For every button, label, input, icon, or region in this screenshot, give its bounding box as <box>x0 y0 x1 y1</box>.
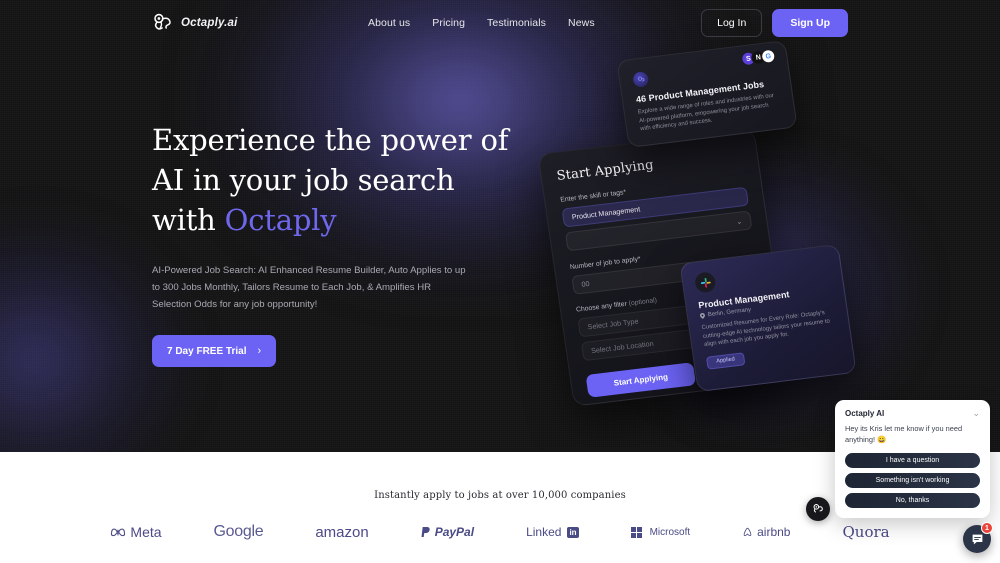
linkedin-label: Linked <box>526 525 562 539</box>
chat-launcher-button[interactable]: 1 <box>963 522 993 553</box>
chat-widget-message: Hey its Kris let me know if you need any… <box>845 424 963 444</box>
chevron-down-icon[interactable]: ⌄ <box>972 409 980 418</box>
google-label: Google <box>213 523 264 540</box>
company-logo-google: Google <box>214 523 264 541</box>
free-trial-button[interactable]: 7 Day FREE Trial › <box>152 335 277 367</box>
chat-widget-title: Octaply AI <box>845 409 885 418</box>
company-logo-amazon: amazon <box>315 524 368 541</box>
company-logo-linkedin: Linked in <box>526 525 579 539</box>
filter-optional-text: (optional) <box>628 297 658 308</box>
chat-option-question[interactable]: I have a question <box>845 453 980 468</box>
job-card-status-badge: Applied <box>705 352 746 370</box>
company-logo-group: S N G <box>740 48 777 67</box>
login-button[interactable]: Log In <box>701 9 763 37</box>
page-title: Experience the power of AI in your job s… <box>152 120 512 240</box>
nav-link-about-us[interactable]: About us <box>368 17 410 29</box>
floating-brand-button[interactable] <box>806 497 830 521</box>
octopus-logo-icon <box>813 504 823 513</box>
microsoft-grid-icon <box>630 526 642 538</box>
chat-widget-actions: I have a question Something isn't workin… <box>845 453 980 508</box>
company-logo-airbnb: airbnb <box>742 525 790 539</box>
hero-copy: Experience the power of AI in your job s… <box>152 120 512 367</box>
nav-link-pricing[interactable]: Pricing <box>432 17 465 29</box>
airbnb-mark-icon <box>743 527 752 536</box>
slack-avatar-icon <box>693 271 717 294</box>
octopus-logo-icon <box>637 76 644 82</box>
headline-line-3-prefix: with <box>152 203 225 237</box>
brand-name: Octaply.ai <box>181 17 238 29</box>
company-logos-row: Meta Google amazon PayPal Linked in Micr… <box>0 523 1000 541</box>
jobs-card-badge-icon <box>632 71 650 88</box>
slack-logo-icon <box>700 277 711 288</box>
headline-line-1: Experience the power of <box>152 123 509 157</box>
meta-infinity-icon <box>111 528 126 537</box>
amazon-label: amazon <box>315 523 369 541</box>
nav-link-news[interactable]: News <box>568 17 595 29</box>
free-trial-label: 7 Day FREE Trial <box>167 345 247 357</box>
hero-card-stack: Start Applying Enter the skill or tags* … <box>537 40 1000 452</box>
job-detail-card: Product Management Berlin, Germany Custo… <box>679 243 857 393</box>
nav-link-testimonials[interactable]: Testimonials <box>487 17 546 29</box>
chat-widget-header: Octaply AI ⌄ <box>845 409 980 419</box>
top-navigation-bar: Octaply.ai About us Pricing Testimonials… <box>0 0 1000 46</box>
headline-accent: Octaply <box>224 203 337 237</box>
start-applying-submit-button[interactable]: Start Applying <box>585 362 697 398</box>
chat-option-not-working[interactable]: Something isn't working <box>845 473 980 488</box>
headline-line-2: AI in your job search <box>152 163 455 197</box>
job-card-location-text: Berlin, Germany <box>707 307 752 319</box>
company-logo-meta: Meta <box>110 524 162 540</box>
hero-section: Octaply.ai About us Pricing Testimonials… <box>0 0 1000 452</box>
chat-option-no-thanks[interactable]: No, thanks <box>845 493 980 508</box>
chat-bubble-icon <box>972 534 982 544</box>
filter-label-text: Choose any filter <box>575 300 628 314</box>
jobs-count-card: S N G 46 Product Management Jobs Explore… <box>616 40 798 148</box>
meta-label: Meta <box>130 524 162 540</box>
octopus-logo-icon <box>154 13 171 30</box>
map-pin-icon <box>699 312 705 319</box>
microsoft-label: Microsoft <box>649 526 691 538</box>
chat-notification-badge: 1 <box>981 522 993 534</box>
chevron-down-icon: ⌄ <box>735 217 743 226</box>
nav-actions: Log In Sign Up <box>701 9 848 37</box>
hero-subcopy: AI-Powered Job Search: AI Enhanced Resum… <box>152 265 466 310</box>
signup-button[interactable]: Sign Up <box>772 9 848 37</box>
company-logo-microsoft: Microsoft <box>630 526 691 538</box>
quora-label: Quora <box>842 523 890 541</box>
company-logo-quora: Quora <box>842 523 889 541</box>
chevron-right-icon: › <box>257 345 262 357</box>
company-logo-paypal: PayPal <box>421 525 474 539</box>
paypal-label: PayPal <box>434 525 475 539</box>
paypal-p-icon <box>421 527 430 537</box>
linkedin-in-icon: in <box>567 526 579 538</box>
chat-widget-panel: Octaply AI ⌄ Hey its Kris let me know if… <box>835 400 990 518</box>
brand-logo[interactable]: Octaply.ai <box>152 13 238 33</box>
nav-links: About us Pricing Testimonials News <box>368 17 595 29</box>
airbnb-label: airbnb <box>757 525 791 539</box>
